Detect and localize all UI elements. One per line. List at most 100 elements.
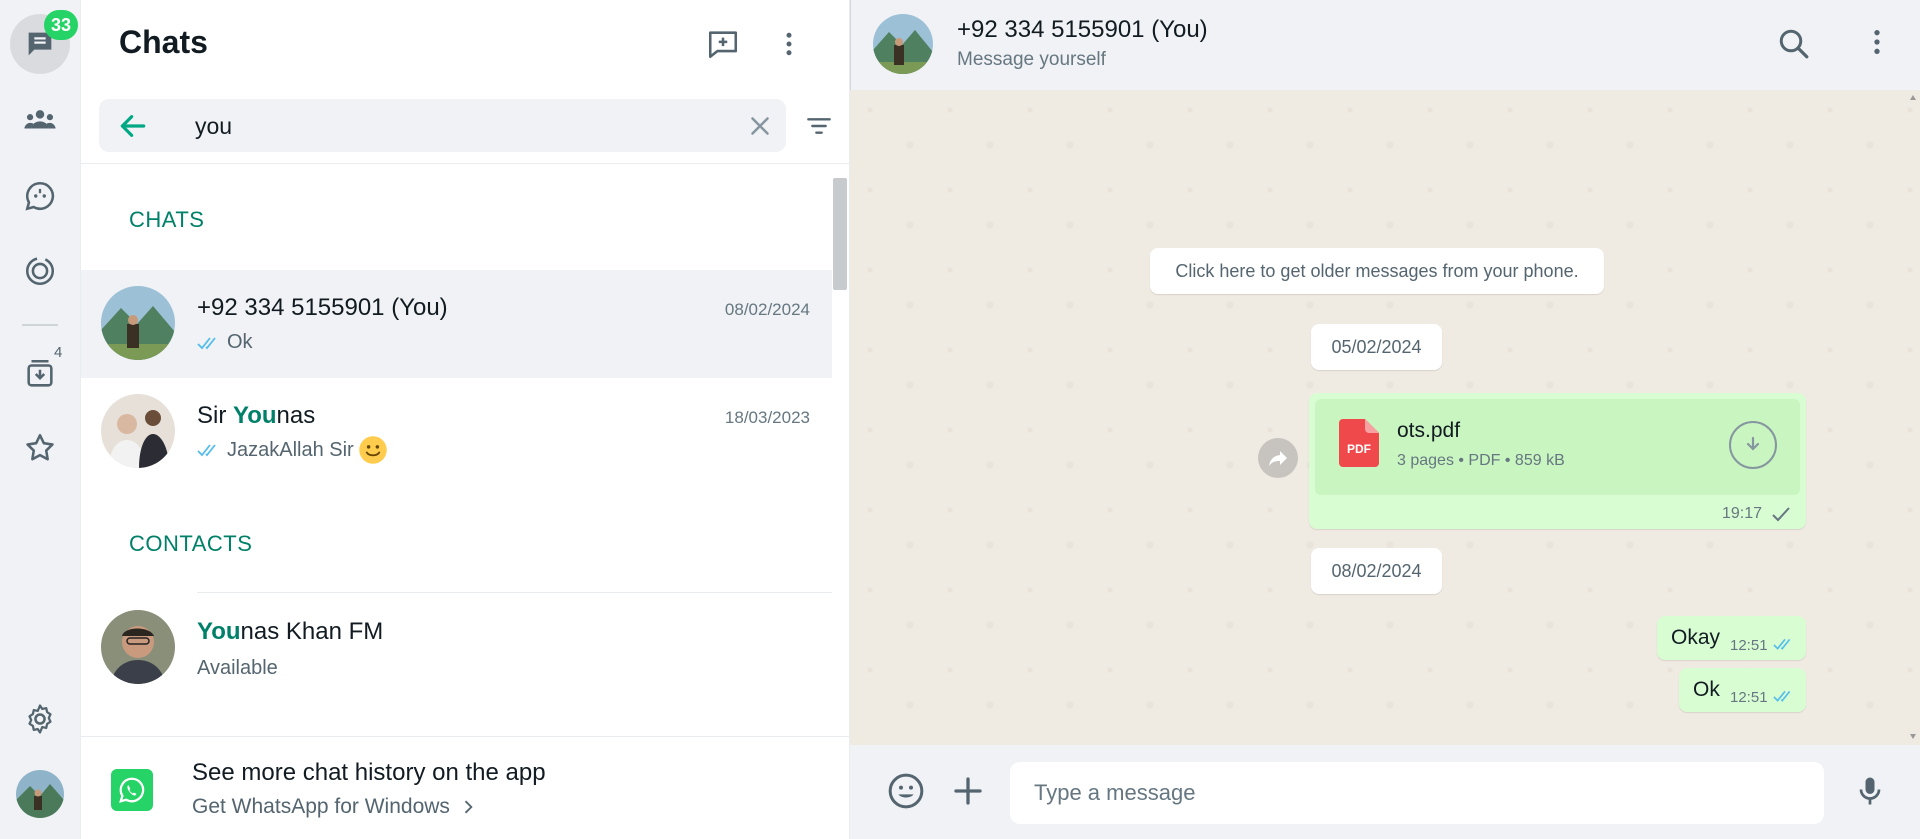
outgoing-message[interactable]: Okay 12:51 (1657, 616, 1806, 660)
contact-name-part: nas Khan FM (240, 618, 384, 645)
voice-message-button[interactable] (1852, 773, 1888, 809)
conversation-menu-button[interactable] (1861, 26, 1897, 62)
double-check-icon (197, 336, 216, 349)
message-text: Okay (1671, 626, 1721, 649)
older-messages-text: Click here to get older messages from yo… (1175, 260, 1579, 281)
list-scrollbar[interactable] (833, 178, 847, 290)
message-scrollbar[interactable] (1908, 92, 1918, 742)
download-button[interactable] (1729, 421, 1777, 469)
smiley-icon (888, 773, 924, 809)
whatsapp-logo-icon (111, 769, 153, 811)
page-title: Chats (119, 24, 208, 60)
promo-link-text: Get WhatsApp for Windows (192, 795, 450, 818)
pdf-label: PDF (1347, 442, 1371, 456)
menu-button[interactable] (769, 24, 809, 64)
kebab-menu-icon (1874, 30, 1880, 54)
get-app-link[interactable]: Get WhatsApp for Windows (192, 795, 478, 819)
chat-name: +92 334 5155901 (You) (197, 294, 448, 321)
search-input[interactable] (195, 109, 715, 143)
emoji-button[interactable] (886, 771, 926, 811)
double-check-icon (197, 444, 216, 457)
new-chat-icon (708, 31, 738, 59)
filter-icon (807, 118, 831, 134)
chat-name-part: nas (276, 402, 316, 429)
attach-button[interactable] (950, 773, 986, 809)
chat-list-panel: Chats CHATS +92 334 5155901 (You) 08/02/… (81, 0, 850, 839)
chat-preview-text: JazakAllah Sir (227, 438, 354, 461)
arrow-left-icon (120, 115, 146, 137)
chat-preview: JazakAllah Sir (197, 435, 388, 465)
date-separator: 05/02/2024 (1311, 324, 1442, 370)
plus-icon (954, 777, 982, 805)
search-icon (1779, 29, 1809, 59)
file-meta: 3 pages • PDF • 859 kB (1397, 452, 1565, 469)
avatar (101, 286, 175, 360)
download-icon (1746, 436, 1760, 451)
channels-icon (25, 256, 55, 286)
section-label-contacts: CONTACTS (129, 531, 253, 556)
chat-row[interactable]: +92 334 5155901 (You) 08/02/2024 Ok (81, 270, 832, 378)
conversation-subtitle: Message yourself (957, 49, 1106, 70)
avatar[interactable] (873, 14, 933, 74)
outgoing-message[interactable]: Ok 12:51 (1679, 668, 1806, 712)
search-bar (99, 99, 786, 152)
conversation-panel: +92 334 5155901 (You) Message yourself C… (850, 0, 1920, 839)
search-messages-button[interactable] (1776, 26, 1812, 62)
profile-photo-icon (16, 770, 64, 818)
message-composer (850, 745, 1920, 839)
new-chat-button[interactable] (703, 24, 743, 64)
promo-title: See more chat history on the app (192, 759, 546, 786)
pdf-file-icon: PDF (1339, 419, 1379, 467)
avatar (101, 394, 175, 468)
get-app-banner[interactable]: See more chat history on the app Get Wha… (81, 736, 850, 839)
smiley-emoji-icon (358, 436, 387, 464)
rail-status-button[interactable] (10, 166, 70, 226)
message-input[interactable] (1010, 762, 1824, 824)
file-message[interactable]: PDF ots.pdf 3 pages • PDF • 859 kB 19:17 (1309, 393, 1806, 529)
chat-row[interactable]: Sir Younas 18/03/2023 JazakAllah Sir (81, 378, 832, 486)
conversation-title: +92 334 5155901 (You) (957, 16, 1208, 43)
forward-icon (1269, 451, 1287, 466)
chat-preview: Ok (197, 331, 253, 354)
message-text: Ok (1693, 678, 1720, 701)
chat-date: 08/02/2024 (724, 300, 810, 319)
chat-name-part: Sir (197, 402, 233, 429)
search-highlight: You (197, 618, 241, 645)
chat-preview-text: Ok (227, 331, 253, 353)
message-time: 12:51 (1730, 637, 1768, 654)
section-label-chats: CHATS (129, 207, 205, 232)
archived-count: 4 (54, 344, 63, 361)
older-messages-notice[interactable]: Click here to get older messages from yo… (1150, 248, 1604, 294)
chevron-right-icon (464, 800, 473, 814)
filter-button[interactable] (803, 110, 835, 142)
rail-starred-button[interactable] (10, 418, 70, 478)
chat-name: Sir Younas (197, 402, 315, 430)
profile-avatar[interactable] (16, 770, 64, 818)
message-time: 12:51 (1730, 689, 1768, 706)
contact-row[interactable]: Younas Khan FM Available (81, 593, 832, 701)
search-clear-button[interactable] (745, 111, 775, 141)
gear-icon (28, 704, 52, 734)
chat-list-header: Chats (81, 0, 849, 90)
date-text: 08/02/2024 (1331, 560, 1422, 581)
divider (81, 163, 850, 164)
contact-name: Younas Khan FM (197, 618, 383, 646)
conversation-header[interactable]: +92 334 5155901 (You) Message yourself (850, 0, 1920, 90)
communities-icon (24, 110, 56, 129)
star-icon (26, 433, 54, 461)
microphone-icon (1859, 777, 1881, 805)
avatar (101, 610, 175, 684)
rail-settings-button[interactable] (10, 689, 70, 749)
message-time: 19:17 (1721, 505, 1762, 522)
chat-date: 18/03/2023 (724, 408, 810, 427)
close-icon (751, 117, 769, 135)
unread-badge: 33 (44, 10, 78, 40)
file-attachment[interactable]: PDF ots.pdf 3 pages • PDF • 859 kB (1315, 399, 1800, 495)
forward-button[interactable] (1258, 438, 1298, 478)
rail-communities-button[interactable] (10, 90, 70, 150)
rail-channels-button[interactable] (10, 241, 70, 301)
date-text: 05/02/2024 (1331, 336, 1422, 357)
search-back-button[interactable] (117, 110, 149, 142)
nav-rail: 33 4 (0, 0, 81, 839)
double-check-icon (1773, 638, 1791, 650)
